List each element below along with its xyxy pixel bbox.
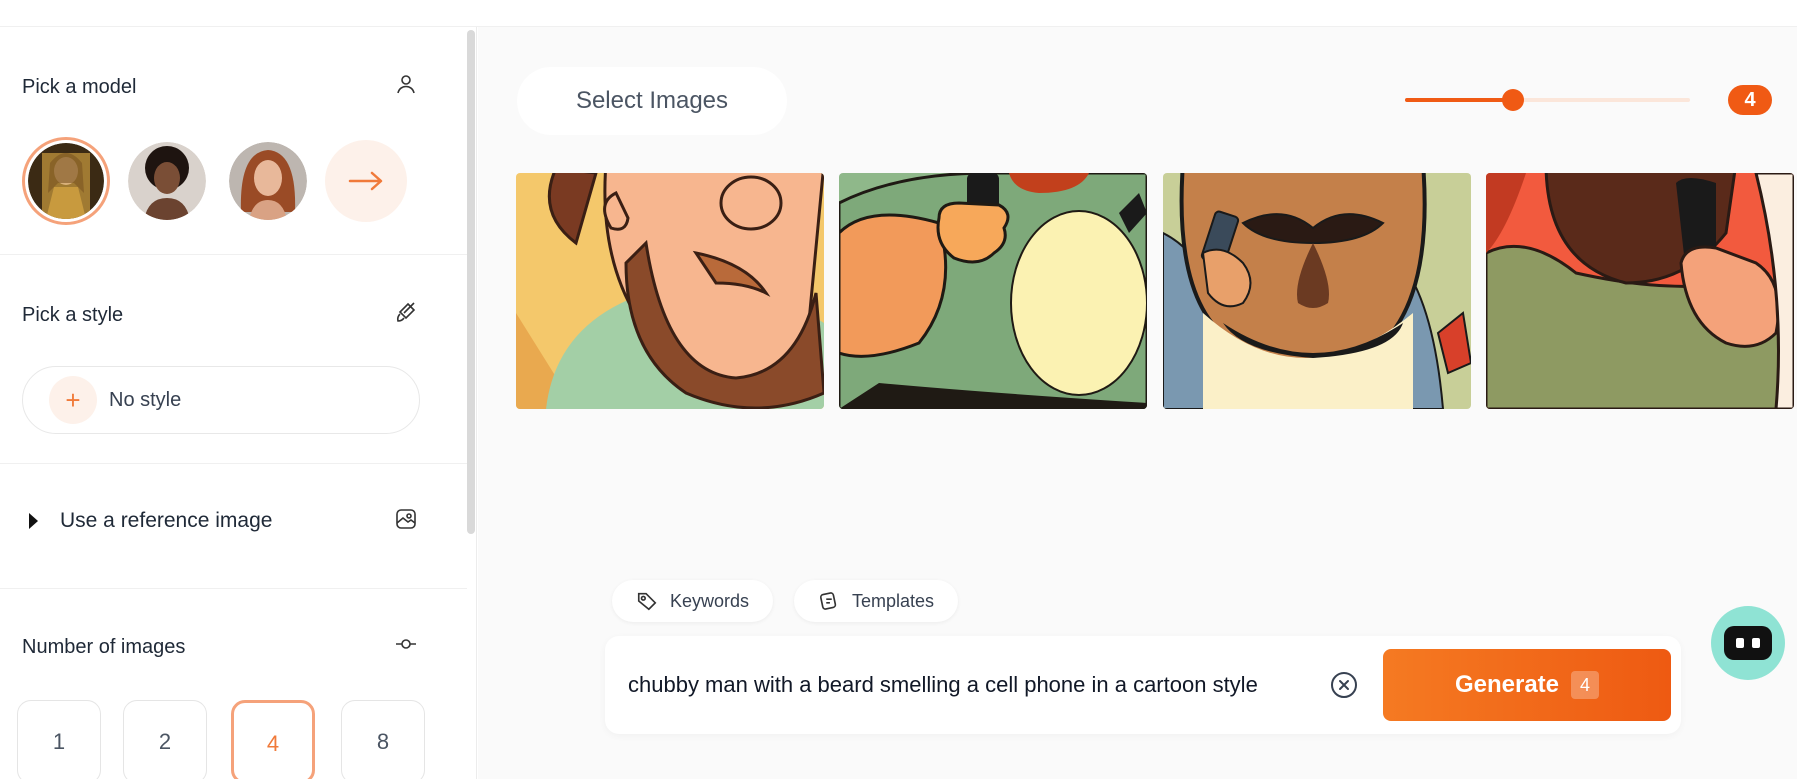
divider bbox=[0, 588, 467, 589]
avatar-image bbox=[128, 142, 206, 220]
templates-tab[interactable]: Templates bbox=[794, 580, 959, 622]
generate-label: Generate bbox=[1454, 671, 1560, 698]
chat-bot-button[interactable] bbox=[1711, 606, 1785, 680]
number-images-title: Number of images bbox=[22, 636, 186, 658]
divider bbox=[0, 254, 467, 255]
sidebar-scrollbar[interactable] bbox=[467, 30, 475, 534]
generate-count-badge: 4 bbox=[1571, 671, 1600, 699]
count-option-1[interactable]: 1 bbox=[17, 700, 101, 779]
divider bbox=[0, 463, 467, 464]
generated-image bbox=[516, 173, 824, 409]
slider-fill bbox=[1405, 98, 1513, 102]
bot-icon bbox=[1724, 626, 1772, 660]
model-avatar-2[interactable] bbox=[128, 142, 206, 220]
avatar-image bbox=[28, 143, 104, 219]
generated-image bbox=[839, 173, 1147, 409]
reference-image-label: Use a reference image bbox=[60, 509, 273, 532]
more-models-button[interactable] bbox=[325, 140, 407, 222]
count-option-8[interactable]: 8 bbox=[341, 700, 425, 779]
style-select-button[interactable]: + No style bbox=[22, 366, 420, 434]
model-avatar-1[interactable] bbox=[22, 137, 110, 225]
count-option-4[interactable]: 4 bbox=[231, 700, 315, 779]
brush-icon[interactable] bbox=[392, 298, 420, 326]
generated-image bbox=[1486, 173, 1794, 409]
generate-button[interactable]: Generate 4 bbox=[1383, 649, 1671, 721]
generated-image-4[interactable] bbox=[1486, 173, 1794, 409]
select-images-button[interactable]: Select Images bbox=[517, 67, 787, 135]
templates-label: Templates bbox=[852, 590, 935, 611]
clear-prompt-button[interactable] bbox=[1330, 671, 1358, 699]
style-current-label: No style bbox=[109, 388, 182, 411]
pick-style-title: Pick a style bbox=[22, 304, 124, 326]
generated-image-3[interactable] bbox=[1163, 173, 1471, 409]
tag-icon bbox=[636, 590, 658, 612]
avatar-image bbox=[229, 142, 307, 220]
person-icon[interactable] bbox=[392, 70, 420, 98]
pick-model-title: Pick a model bbox=[22, 76, 137, 98]
keywords-tab[interactable]: Keywords bbox=[612, 580, 774, 622]
close-circle-icon bbox=[1331, 672, 1357, 698]
prompt-input[interactable]: chubby man with a beard smelling a cell … bbox=[628, 672, 1258, 698]
image-icon[interactable] bbox=[392, 505, 420, 533]
arrow-right-icon bbox=[348, 171, 383, 191]
model-avatar-3[interactable] bbox=[229, 142, 307, 220]
count-option-2[interactable]: 2 bbox=[123, 700, 207, 779]
generated-image-1[interactable] bbox=[516, 173, 824, 409]
templates-icon bbox=[818, 590, 840, 612]
generated-image bbox=[1163, 173, 1471, 409]
slider-icon[interactable] bbox=[392, 630, 420, 658]
image-count-badge: 4 bbox=[1728, 85, 1772, 115]
generated-image-2[interactable] bbox=[839, 173, 1147, 409]
plus-icon: + bbox=[49, 376, 97, 424]
reference-image-toggle[interactable]: Use a reference image bbox=[22, 509, 272, 533]
caret-right-icon bbox=[29, 513, 38, 529]
slider-thumb[interactable] bbox=[1502, 89, 1524, 111]
keywords-label: Keywords bbox=[670, 590, 750, 611]
top-bar bbox=[0, 0, 1797, 27]
